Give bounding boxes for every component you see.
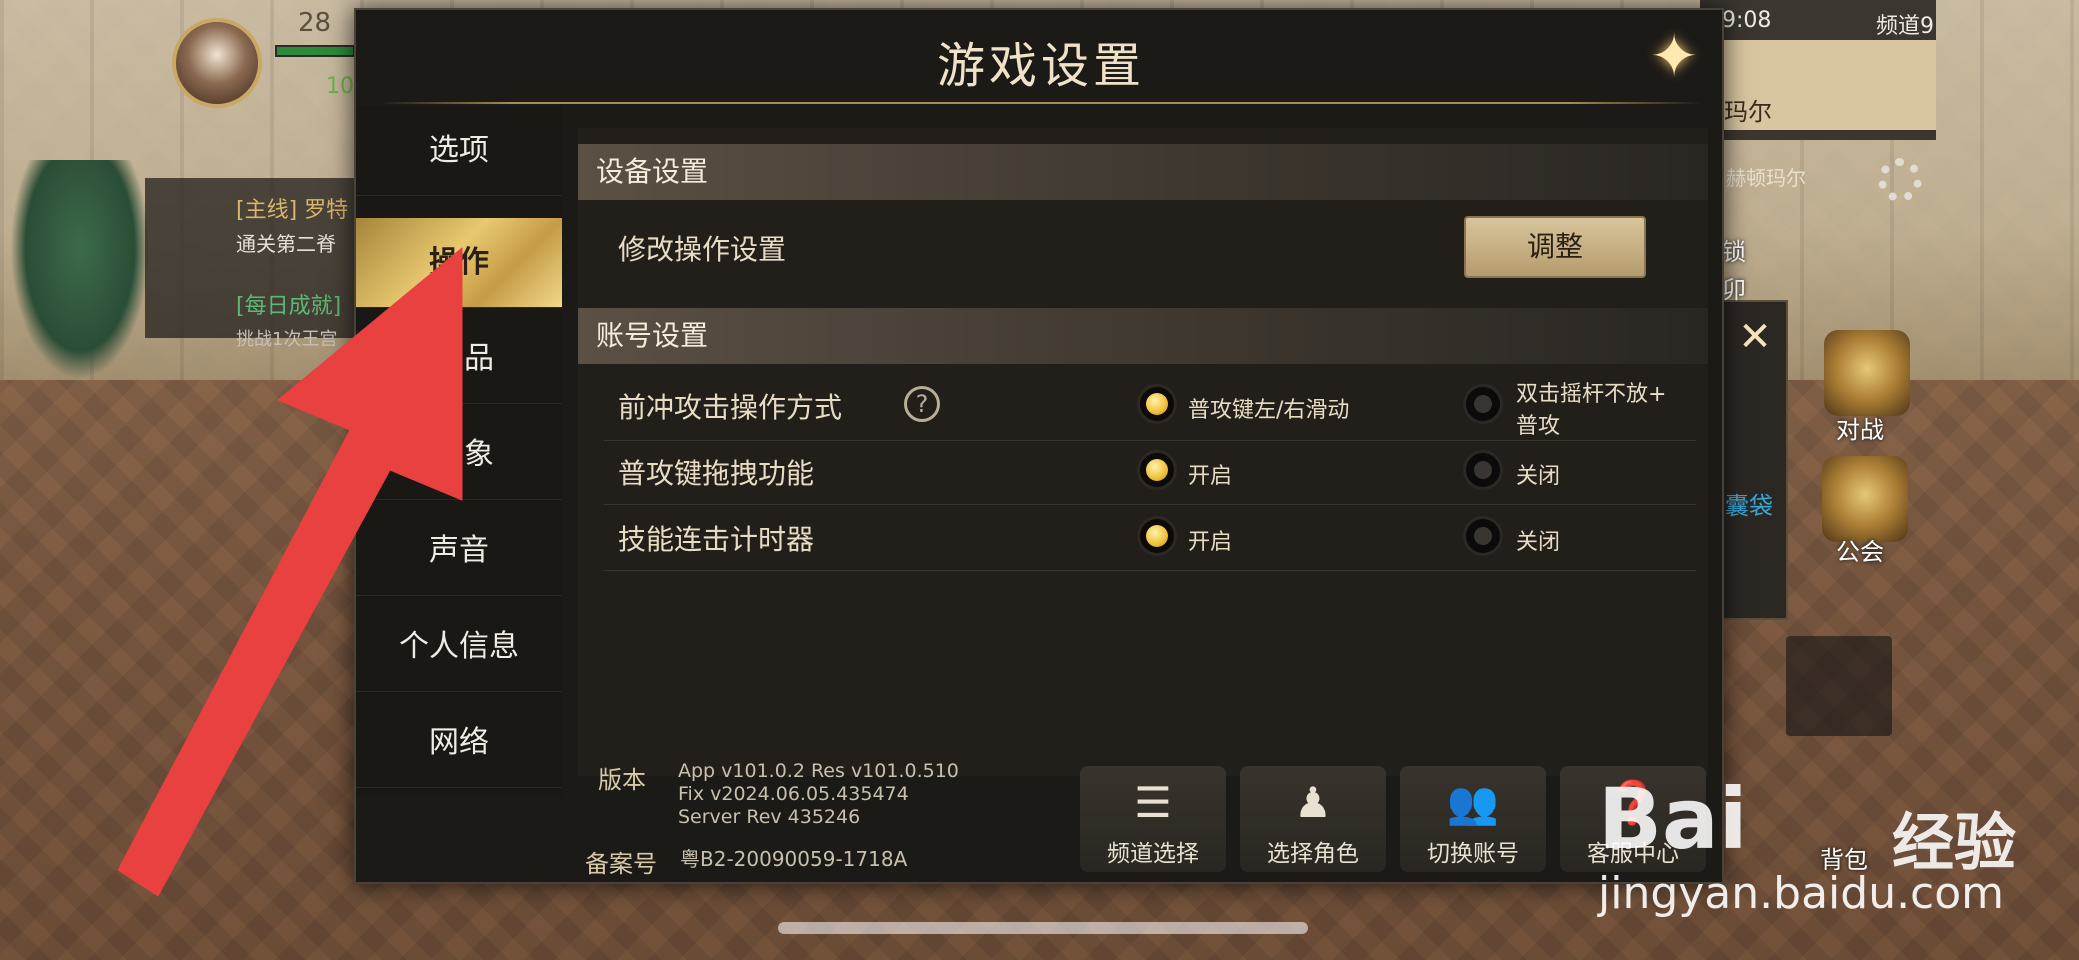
- quest-main-desc: 通关第二脊: [236, 232, 336, 256]
- adjust-button[interactable]: 调整: [1464, 216, 1646, 278]
- tab-options[interactable]: 选项: [356, 106, 562, 196]
- tab-profile[interactable]: 个人信息: [356, 602, 562, 692]
- gear-icon[interactable]: [1878, 158, 1922, 202]
- row-divider: [604, 440, 1696, 441]
- guild-label: 公会: [1836, 538, 1884, 566]
- combo-timer-radio-on[interactable]: [1137, 516, 1177, 556]
- close-icon[interactable]: ✕: [1730, 312, 1780, 362]
- version-line-2: Fix v2024.06.05.435474: [678, 783, 909, 805]
- users-icon: 👥: [1446, 778, 1500, 827]
- tab-items[interactable]: 品: [356, 314, 562, 404]
- device-section-header: 设备设置: [578, 144, 1708, 200]
- hp-bar: [275, 45, 355, 57]
- combo-timer-off-label: 关闭: [1516, 530, 1561, 555]
- player-level: 28: [298, 8, 332, 38]
- battle-icon[interactable]: [1824, 330, 1910, 416]
- tab-controls[interactable]: 操作: [356, 218, 562, 308]
- drag-function-radio-on[interactable]: [1137, 450, 1177, 490]
- dash-attack-opt1: 普攻键左/右滑动: [1188, 398, 1350, 423]
- map-subtitle: 赫顿玛尔: [1726, 166, 1806, 190]
- bag-link[interactable]: 囊袋: [1725, 486, 1773, 521]
- dash-attack-radio-doubletap[interactable]: [1463, 384, 1503, 424]
- row-divider: [604, 504, 1696, 505]
- npc-portrait[interactable]: [1786, 636, 1892, 736]
- select-character-button[interactable]: ♟ 选择角色: [1240, 766, 1386, 872]
- combo-timer-on-label: 开启: [1188, 530, 1233, 555]
- player-avatar[interactable]: [172, 18, 262, 108]
- account-section-header: 账号设置: [578, 308, 1708, 364]
- switch-account-button[interactable]: 👥 切换账号: [1400, 766, 1546, 872]
- watermark-url: jingyan.baidu.com: [1598, 868, 2005, 919]
- dash-attack-label: 前冲攻击操作方式: [618, 391, 843, 424]
- list-icon: ☰: [1134, 778, 1172, 827]
- home-indicator[interactable]: [778, 922, 1308, 934]
- map-name: 玛尔: [1724, 98, 1772, 126]
- record-value: 粤B2-20090059-1718A: [680, 847, 908, 871]
- quest-daily-title[interactable]: [每日成就]: [236, 288, 341, 320]
- version-label: 版本: [598, 766, 646, 794]
- record-label: 备案号: [585, 850, 657, 878]
- dash-attack-opt2-line2: 普攻: [1516, 414, 1561, 439]
- background-plant: [10, 160, 150, 380]
- tab-sound[interactable]: 声音: [356, 506, 562, 596]
- status-channel: 频道9: [1876, 14, 1934, 39]
- dash-attack-opt2-line1: 双击摇杆不放+: [1516, 382, 1667, 407]
- drag-function-radio-off[interactable]: [1463, 450, 1503, 490]
- quest-daily-desc: 挑战1次王宫: [236, 329, 338, 350]
- select-character-label: 选择角色: [1267, 841, 1359, 867]
- dash-attack-radio-swipe[interactable]: [1137, 384, 1177, 424]
- battle-label: 对战: [1836, 416, 1884, 444]
- tab-network[interactable]: 网络: [356, 698, 562, 788]
- character-icon: ♟: [1294, 778, 1332, 827]
- drag-function-on-label: 开启: [1188, 464, 1233, 489]
- combo-timer-label: 技能连击计时器: [618, 523, 815, 556]
- help-icon[interactable]: ?: [904, 386, 940, 422]
- guild-icon[interactable]: [1822, 456, 1908, 542]
- drag-function-label: 普攻键拖拽功能: [618, 457, 815, 490]
- version-line-1: App v101.0.2 Res v101.0.510: [678, 760, 959, 782]
- status-time: 9:08: [1722, 8, 1772, 33]
- dialog-title: 游戏设置: [936, 38, 1145, 94]
- close-button[interactable]: ✦: [1642, 24, 1706, 88]
- channel-select-button[interactable]: ☰ 频道选择: [1080, 766, 1226, 872]
- settings-dialog: 游戏设置 ✦ 选项 操作 品 象 声音 个人信息 网络 设备设置 账号设置: [354, 8, 1724, 884]
- settings-sidebar: 选项 操作 品 象 声音 个人信息 网络: [356, 106, 562, 796]
- drag-function-off-label: 关闭: [1516, 464, 1561, 489]
- resource-count: 10: [326, 74, 354, 99]
- side-text-1: 锁: [1722, 238, 1746, 266]
- channel-select-label: 频道选择: [1107, 841, 1199, 867]
- quest-main-title[interactable]: [主线] 罗特: [236, 192, 348, 224]
- version-line-3: Server Rev 435246: [678, 806, 861, 828]
- modify-control-label: 修改操作设置: [618, 233, 787, 266]
- side-text-2: 卯: [1722, 276, 1746, 304]
- combo-timer-radio-off[interactable]: [1463, 516, 1503, 556]
- row-divider: [604, 570, 1696, 571]
- watermark-brand: Bai: [1598, 770, 1748, 868]
- title-divider: [380, 102, 1702, 104]
- switch-account-label: 切换账号: [1427, 841, 1519, 867]
- close-icon: ✦: [1649, 22, 1699, 90]
- tab-image[interactable]: 象: [356, 410, 562, 500]
